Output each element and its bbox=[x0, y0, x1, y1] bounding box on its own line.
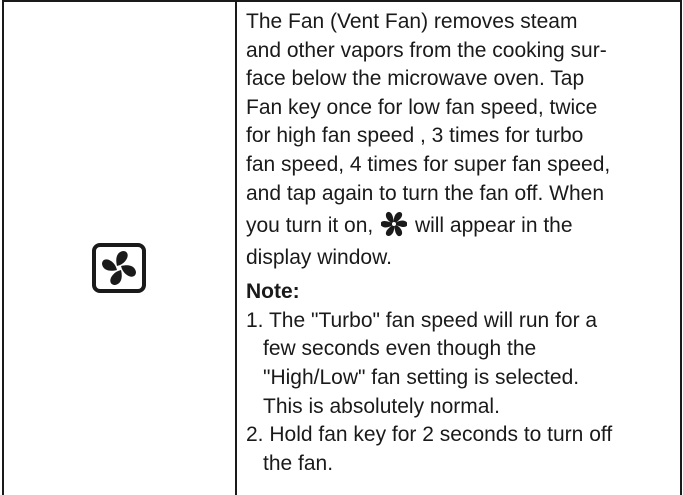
note-line: 2. Hold fan key for 2 seconds to turn of… bbox=[246, 423, 613, 447]
description-line: face below the microwave oven. Tap bbox=[246, 67, 585, 91]
note-line: few seconds even though the bbox=[263, 337, 537, 361]
note-item: 2. Hold fan key for 2 seconds to turn of… bbox=[246, 421, 674, 478]
description-line: display window. bbox=[246, 246, 392, 270]
fan-indicator-icon bbox=[381, 212, 408, 237]
description-line: and tap again to turn the fan off. When bbox=[246, 181, 605, 205]
description-line: and other vapors from the cooking sur- bbox=[246, 38, 607, 62]
table-border-right bbox=[680, 0, 682, 495]
note-line: the fan. bbox=[263, 451, 334, 475]
description-line: The Fan (Vent Fan) removes steam bbox=[246, 10, 578, 33]
table-column-divider bbox=[235, 0, 237, 495]
fan-description: The Fan (Vent Fan) removes steam and oth… bbox=[246, 8, 674, 273]
description-inline-before: you turn it on, bbox=[246, 214, 374, 238]
note-item: 1. The "Turbo" fan speed will run for a … bbox=[246, 307, 674, 421]
description-line: Fan key once for low fan speed, twice bbox=[246, 95, 598, 119]
note-list: 1. The "Turbo" fan speed will run for a … bbox=[246, 307, 674, 479]
note-heading: Note: bbox=[246, 279, 300, 303]
note-line: "High/Low" fan setting is selected. bbox=[263, 365, 580, 389]
text-cell: The Fan (Vent Fan) removes steam and oth… bbox=[246, 8, 674, 478]
description-line-with-icon: you turn it on, will appear in the bbox=[246, 208, 674, 244]
fan-key-icon bbox=[92, 243, 146, 293]
description-line: fan speed, 4 times for super fan speed, bbox=[246, 152, 611, 176]
description-line: for high fan speed , 3 times for turbo bbox=[246, 124, 584, 148]
description-inline-after: will appear in the bbox=[414, 214, 573, 238]
icon-cell bbox=[4, 2, 235, 495]
note-line: This is absolutely normal. bbox=[263, 394, 500, 418]
instruction-table: The Fan (Vent Fan) removes steam and oth… bbox=[0, 0, 683, 495]
note-line: 1. The "Turbo" fan speed will run for a bbox=[246, 308, 598, 332]
